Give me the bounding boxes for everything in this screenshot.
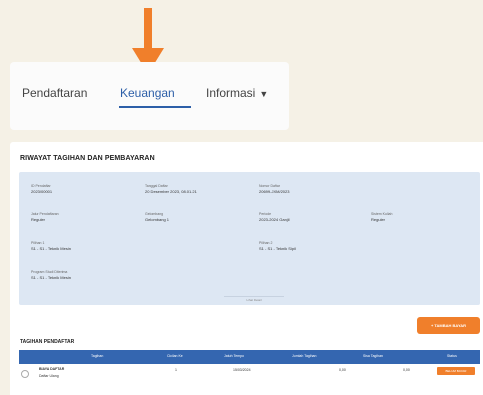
main-content: RIWAYAT TAGIHAN DAN PEMBAYARAN ID Pendaf… (10, 142, 483, 395)
field-value: S1 - S1 - Teknik Mesin (31, 275, 71, 280)
row-sisa: 0,00 (403, 368, 410, 372)
field-periode: Periode 2023-2024 Ganjil (259, 212, 289, 223)
field-gelombang: Gelombang Gelombang 1 (145, 212, 169, 223)
field-prodi-diterima: Program Studi Diterima S1 - S1 - Teknik … (31, 270, 71, 281)
detail-link[interactable]: Lihat Detail (224, 296, 284, 302)
add-payment-button[interactable]: + TAMBAH BAYAR (417, 317, 480, 334)
field-nomor-daftar: Nomor Daftar 20699-JXM/2023 (259, 184, 289, 195)
field-value: 20 Desember 2023, 08.01.21 (145, 189, 197, 194)
field-value: 2023/00001 (31, 189, 53, 194)
nav-label: Pendaftaran (22, 86, 88, 100)
status-badge: BELUM BAYAR (437, 367, 475, 375)
row-jatuh-tempo: 15/03/2024 (233, 368, 251, 372)
field-pilihan-2: Pilihan 2 S1 - S1 - Teknik Sipil (259, 241, 296, 252)
nav-item-informasi[interactable]: Informasi ▼ (206, 86, 268, 100)
row-jumlah: 0,00 (339, 368, 346, 372)
section-title: RIWAYAT TAGIHAN DAN PEMBAYARAN (20, 155, 155, 162)
column-header: Sisa Tagihan (363, 354, 383, 358)
field-value: Gelombang 1 (145, 217, 170, 222)
registration-info-card: ID Pendaftar 2023/00001 Tanggal Daftar 2… (19, 172, 480, 305)
field-value: 20699-JXM/2023 (259, 189, 290, 194)
field-value: Reguler (371, 217, 386, 222)
field-jalur-pendaftaran: Jalur Pendaftaran Reguler (31, 212, 59, 223)
column-header: Tagihan (91, 354, 104, 358)
row-tagihan-name: BIAYA DAFTAR (39, 367, 65, 371)
column-header: Status (447, 354, 457, 358)
chevron-down-icon: ▼ (259, 89, 269, 99)
row-tagihan-sub: Daftar Ulang (39, 374, 59, 378)
field-id-pendaftar: ID Pendaftar 2023/00001 (31, 184, 52, 195)
column-header: Jatuh Tempo (224, 354, 244, 358)
column-header: Cicilan Ke (167, 354, 183, 358)
row-cicilan: 1 (175, 368, 177, 372)
column-header: Jumlah Tagihan (292, 354, 317, 358)
table-row[interactable]: BIAYA DAFTAR Daftar Ulang 1 15/03/2024 0… (19, 364, 480, 384)
tagihan-title: TAGIHAN PENDAFTAR (20, 339, 75, 345)
top-nav: Pendaftaran Keuangan Informasi ▼ (10, 62, 289, 130)
nav-item-pendaftaran[interactable]: Pendaftaran (22, 86, 87, 100)
field-value: 2023-2024 Ganjil (259, 217, 290, 222)
field-tanggal-daftar: Tanggal Daftar 20 Desember 2023, 08.01.2… (145, 184, 197, 195)
field-value: S1 - S1 - Teknik Mesin (31, 246, 71, 251)
nav-label: Informasi (206, 86, 256, 100)
nav-item-keuangan[interactable]: Keuangan (120, 86, 175, 100)
field-pilihan-1: Pilihan 1 S1 - S1 - Teknik Mesin (31, 241, 71, 252)
active-tab-indicator (119, 106, 191, 108)
field-value: Reguler (31, 217, 46, 222)
table-header: Tagihan Cicilan Ke Jatuh Tempo Jumlah Ta… (19, 350, 480, 364)
nav-label: Keuangan (120, 86, 175, 100)
field-value: S1 - S1 - Teknik Sipil (259, 246, 296, 251)
field-sistem-kuliah: Sistem Kuliah Reguler (371, 212, 392, 223)
row-select-radio[interactable] (21, 370, 29, 378)
